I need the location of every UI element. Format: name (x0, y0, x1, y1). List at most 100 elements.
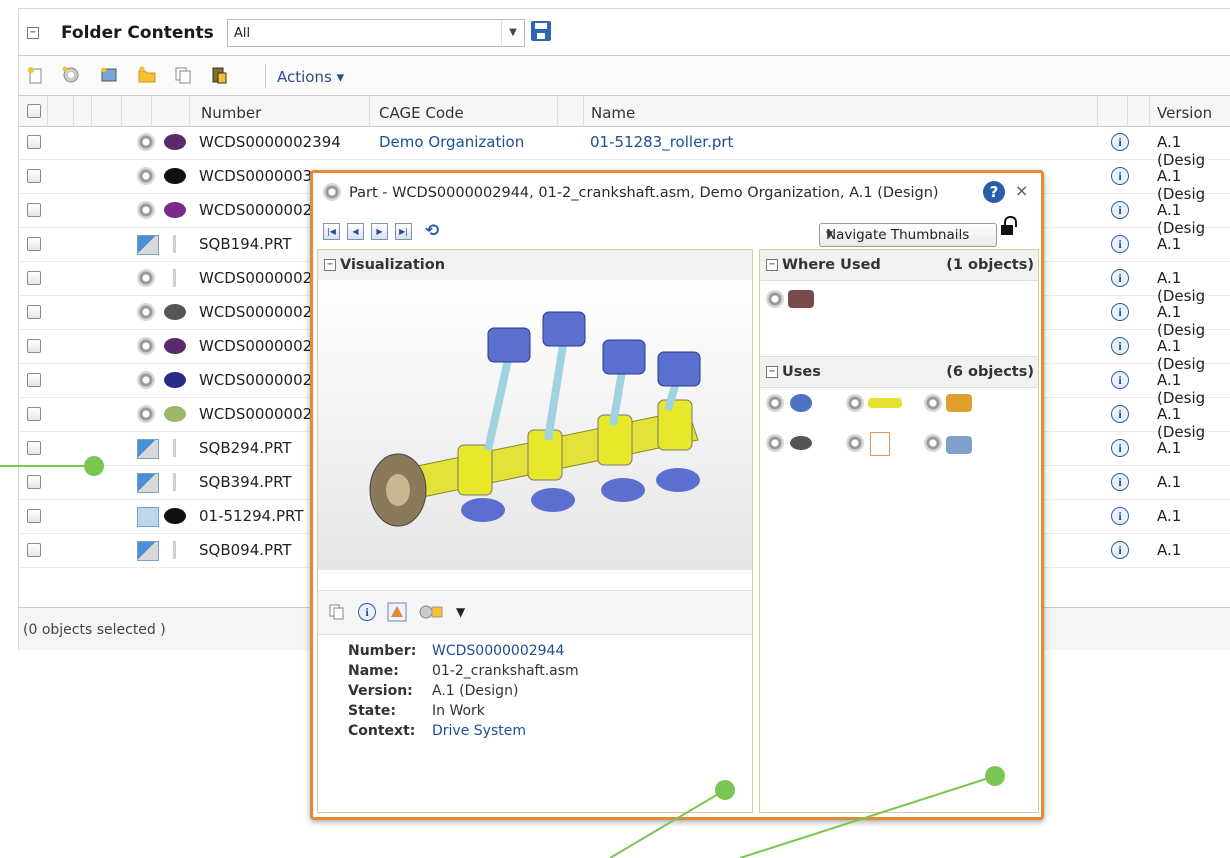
info-icon[interactable]: i (1111, 235, 1129, 253)
where-used-item-thumb[interactable] (788, 290, 814, 308)
collapse-icon[interactable]: − (324, 259, 336, 271)
uses-item-thumb[interactable] (946, 436, 972, 454)
part-number[interactable]: 01-51294.PRT (199, 507, 304, 525)
view-filter-select[interactable]: All ▼ (227, 19, 525, 47)
thumbnail[interactable] (159, 539, 193, 561)
configure-icon[interactable] (418, 601, 444, 623)
close-icon[interactable]: × (1015, 181, 1028, 200)
thumbnail[interactable] (159, 301, 193, 323)
lock-icon[interactable] (1001, 216, 1017, 235)
folder-icon[interactable] (137, 65, 157, 85)
document-icon[interactable] (870, 432, 890, 456)
collapse-icon[interactable]: − (766, 259, 778, 271)
uses-item-thumb[interactable] (790, 436, 812, 450)
thumbnail[interactable] (159, 199, 193, 221)
previous-icon[interactable]: ◀ (347, 223, 364, 240)
cage-code-link[interactable]: Demo Organization (379, 133, 524, 151)
first-icon[interactable]: |◀ (323, 223, 340, 240)
uses-item-thumb[interactable] (946, 394, 972, 412)
navigate-thumbnails-select[interactable]: Navigate Thumbnails ▼ (819, 223, 997, 247)
info-icon[interactable]: i (1111, 405, 1129, 423)
row-checkbox[interactable] (27, 203, 41, 217)
part-number[interactable]: WCDS0000002 (199, 269, 312, 287)
row-checkbox[interactable] (27, 373, 41, 387)
part-number[interactable]: SQB194.PRT (199, 235, 292, 253)
thumbnail[interactable] (159, 233, 193, 255)
thumbnail[interactable] (159, 437, 193, 459)
chevron-down-icon[interactable]: ▼ (501, 20, 524, 46)
thumbnail[interactable] (159, 267, 193, 289)
part-number[interactable]: SQB094.PRT (199, 541, 292, 559)
table-row[interactable]: WCDS0000002394 Demo Organization 01-51283_… (19, 125, 1230, 169)
gear-icon (137, 371, 155, 389)
thumbnail[interactable] (159, 165, 193, 187)
row-checkbox[interactable] (27, 475, 41, 489)
thumbnail[interactable] (159, 471, 193, 493)
copy-icon[interactable] (173, 65, 193, 85)
part-number[interactable]: WCDS0000002 (199, 303, 312, 321)
help-icon[interactable]: ? (983, 181, 1005, 203)
uses-item-thumb[interactable] (868, 398, 902, 408)
column-number[interactable]: Number (201, 104, 261, 122)
info-icon[interactable]: i (1111, 507, 1129, 525)
row-checkbox[interactable] (27, 441, 41, 455)
thumbnail[interactable] (159, 505, 193, 527)
collapse-icon[interactable]: − (27, 27, 39, 39)
thumbnail[interactable] (159, 131, 193, 153)
next-icon[interactable]: ▶ (371, 223, 388, 240)
info-icon[interactable]: i (1111, 167, 1129, 185)
number-link[interactable]: WCDS0000002944 (432, 643, 564, 659)
crankshaft-thumbnail[interactable] (318, 280, 752, 570)
thumbnail[interactable] (159, 335, 193, 357)
row-checkbox[interactable] (27, 305, 41, 319)
more-dropdown-icon[interactable]: ▼ (456, 605, 465, 619)
uses-item-thumb[interactable] (790, 394, 812, 412)
info-icon[interactable]: i (1111, 201, 1129, 219)
part-number[interactable]: WCDS0000003 (199, 167, 312, 185)
paste-icon[interactable] (209, 65, 229, 85)
visualize-icon[interactable] (386, 601, 408, 623)
context-link[interactable]: Drive System (432, 723, 526, 739)
part-number[interactable]: WCDS0000002394 (199, 133, 341, 151)
info-icon[interactable]: i (358, 603, 376, 621)
column-version[interactable]: Version (1157, 104, 1212, 122)
collapse-icon[interactable]: − (766, 366, 778, 378)
gear-icon[interactable] (61, 65, 81, 85)
part-number[interactable]: WCDS0000002 (199, 371, 312, 389)
new-icon[interactable] (25, 65, 45, 85)
copy-icon[interactable] (328, 603, 346, 621)
info-icon[interactable]: i (1111, 439, 1129, 457)
part-number[interactable]: SQB394.PRT (199, 473, 292, 491)
row-checkbox[interactable] (27, 237, 41, 251)
row-checkbox[interactable] (27, 135, 41, 149)
part-number[interactable]: WCDS0000002 (199, 337, 312, 355)
row-checkbox[interactable] (27, 407, 41, 421)
row-checkbox[interactable] (27, 509, 41, 523)
info-icon[interactable]: i (1111, 337, 1129, 355)
row-checkbox[interactable] (27, 169, 41, 183)
refresh-icon[interactable]: ⟲ (425, 221, 439, 241)
part-number[interactable]: WCDS0000002 (199, 201, 312, 219)
thumbnail[interactable] (159, 369, 193, 391)
row-checkbox[interactable] (27, 339, 41, 353)
info-icon[interactable]: i (1111, 371, 1129, 389)
popup-title-bar[interactable]: Part - WCDS0000002944, 01-2_crankshaft.a… (313, 173, 1041, 211)
name-link[interactable]: 01-51283_roller.prt (590, 133, 733, 151)
part-number[interactable]: SQB294.PRT (199, 439, 292, 457)
info-icon[interactable]: i (1111, 303, 1129, 321)
row-checkbox[interactable] (27, 271, 41, 285)
row-checkbox[interactable] (27, 543, 41, 557)
select-all-checkbox[interactable] (27, 104, 41, 118)
save-icon[interactable] (531, 21, 551, 41)
column-name[interactable]: Name (591, 104, 635, 122)
part-number[interactable]: WCDS0000002 (199, 405, 312, 423)
thumbnail[interactable] (159, 403, 193, 425)
last-icon[interactable]: ▶| (395, 223, 412, 240)
info-icon[interactable]: i (1111, 473, 1129, 491)
view-icon[interactable] (99, 65, 119, 85)
info-icon[interactable]: i (1111, 133, 1129, 151)
info-icon[interactable]: i (1111, 269, 1129, 287)
actions-menu[interactable]: Actions ▾ (277, 68, 344, 86)
info-icon[interactable]: i (1111, 541, 1129, 559)
column-cage-code[interactable]: CAGE Code (379, 104, 464, 122)
